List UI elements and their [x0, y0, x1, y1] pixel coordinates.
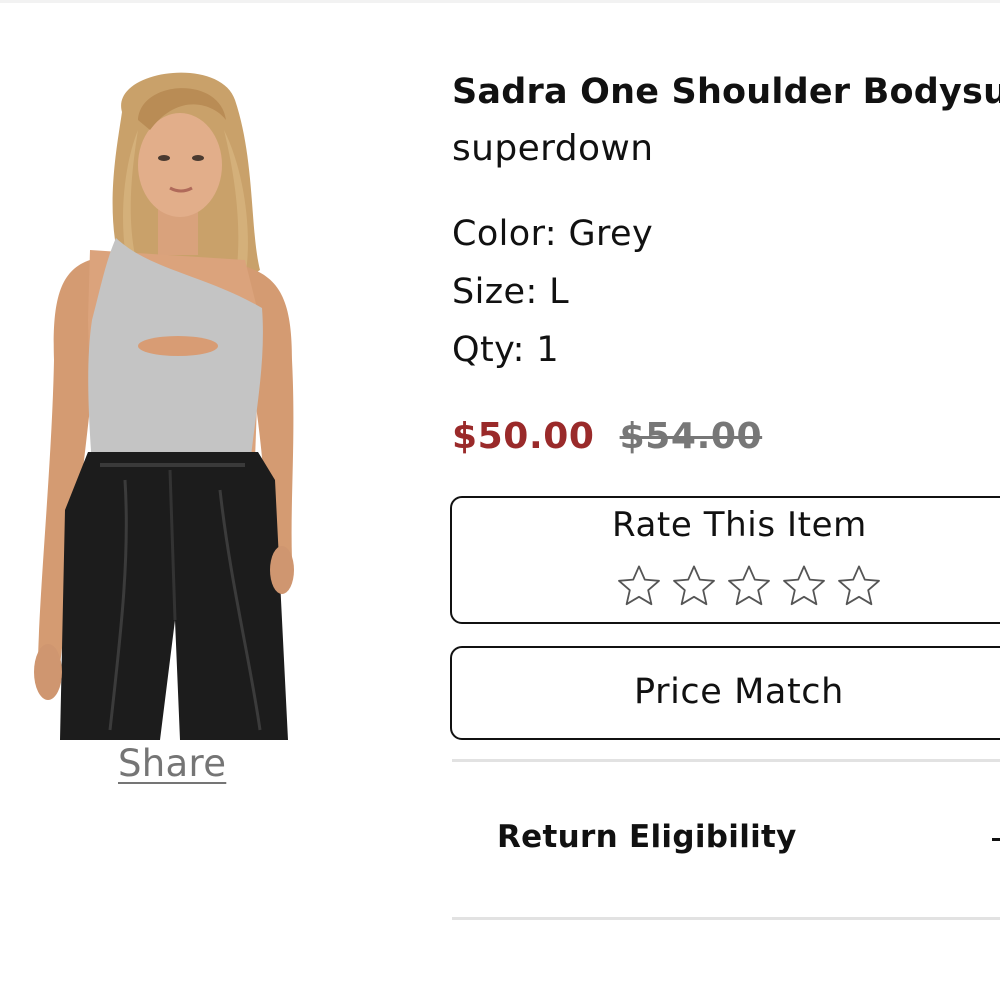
section-divider [452, 917, 1000, 920]
return-eligibility-toggle[interactable]: Return Eligibility [452, 762, 1000, 917]
plus-icon[interactable] [992, 838, 1000, 841]
original-price: $54.00 [619, 416, 763, 457]
star-outline-icon[interactable] [835, 562, 883, 610]
size-attribute: Size: L [452, 272, 570, 312]
qty-attribute: Qty: 1 [452, 330, 560, 370]
return-eligibility-label: Return Eligibility [497, 819, 797, 855]
product-image[interactable] [30, 60, 300, 740]
share-link[interactable]: Share [118, 742, 226, 785]
product-title[interactable]: Sadra One Shoulder Bodysu [452, 72, 1000, 112]
star-outline-icon[interactable] [780, 562, 828, 610]
product-details: Sadra One Shoulder Bodysu superdown Colo… [450, 0, 1000, 1000]
star-outline-icon[interactable] [725, 562, 773, 610]
rate-item-label: Rate This Item [612, 505, 867, 545]
price-match-label: Price Match [634, 672, 844, 712]
star-outline-icon[interactable] [670, 562, 718, 610]
sale-price: $50.00 [452, 416, 595, 457]
color-attribute: Color: Grey [452, 214, 654, 254]
product-photo-icon [34, 72, 294, 740]
product-detail-page: Share Sadra One Shoulder Bodysu superdow… [0, 0, 1000, 1000]
price-row: $50.00 $54.00 [452, 416, 762, 457]
brand-name[interactable]: superdown [452, 128, 653, 169]
star-outline-icon[interactable] [615, 562, 663, 610]
rating-stars[interactable] [615, 562, 883, 614]
